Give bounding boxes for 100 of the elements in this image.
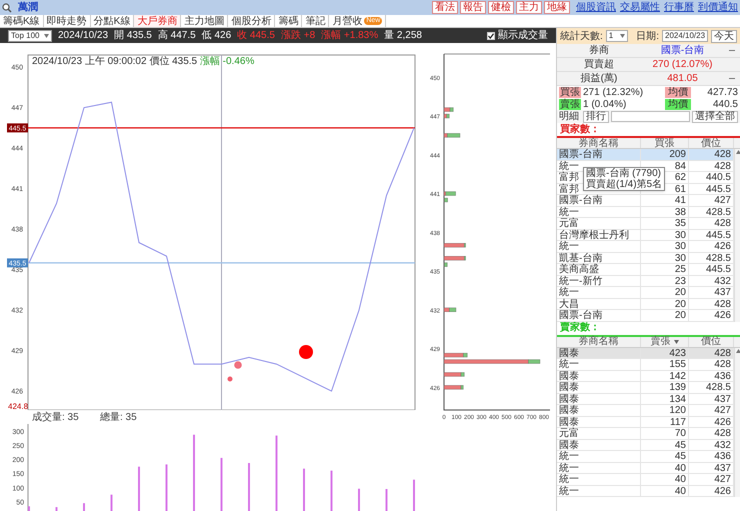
table-cell: 428 <box>714 359 731 370</box>
quote-value: 量 2,258 <box>384 30 422 42</box>
table-cell: 432 <box>714 276 731 286</box>
table-cell: 元富 <box>559 428 579 438</box>
table-cell: 20 <box>674 287 686 298</box>
table-cell: 155 <box>669 359 686 370</box>
checkbox-label: 顯示成交量 <box>498 30 548 42</box>
table-cell: 139 <box>669 382 686 392</box>
table-cell: 國泰 <box>559 382 579 392</box>
table-cell: 統一 <box>559 359 579 370</box>
table-cell: 統一 <box>559 451 579 462</box>
table-cell: 423 <box>669 348 686 358</box>
table-cell: 38 <box>674 206 686 217</box>
table-cell: 209 <box>669 149 686 160</box>
table-cell: 61 <box>674 184 686 194</box>
table-cell: 426 <box>714 310 731 320</box>
average-label: 均價 <box>665 98 691 110</box>
table-cell: 426 <box>714 486 731 496</box>
table-cell: 元富 <box>559 218 579 228</box>
quote-value: 高 447.5 <box>158 30 196 42</box>
table-cell: 427 <box>714 474 731 484</box>
detail-label: 明細 <box>559 111 580 122</box>
quote-value: 漲幅 +1.83% <box>321 30 378 42</box>
table-cell: 428 <box>714 218 731 228</box>
table-cell: 117 <box>670 416 686 427</box>
trade-amount: 271 (12.32%) <box>583 86 644 98</box>
table-cell: 統一 <box>559 206 579 217</box>
table-cell: 美商高盛 <box>559 264 599 274</box>
table-cell: 統一 <box>559 287 579 298</box>
table-cell: 428 <box>714 160 731 171</box>
table-cell: 40 <box>674 474 686 484</box>
summary-value: 270 (12.07%) <box>652 59 713 70</box>
quote-value: 低 426 <box>202 30 232 42</box>
table-cell: 富邦 <box>559 172 579 182</box>
table-cell: 62 <box>674 172 686 182</box>
table-cell: 134 <box>669 394 686 404</box>
table-cell: 437 <box>714 287 731 298</box>
table-cell: 426 <box>714 416 731 427</box>
table-cell: 富邦 <box>559 184 579 194</box>
table-cell: 437 <box>714 394 731 404</box>
table-cell: 統一 <box>559 462 579 473</box>
table-cell: 統一 <box>559 474 579 484</box>
average-price: 427.73 <box>706 86 738 98</box>
table-cell: 428 <box>714 428 731 438</box>
table-cell: 427 <box>714 195 731 206</box>
table-cell: 統一-新竹 <box>559 276 602 286</box>
table-cell: 41 <box>674 195 686 206</box>
table-cell: 45 <box>674 440 686 450</box>
table-cell: 35 <box>674 218 686 228</box>
table-cell: 428.5 <box>706 252 731 263</box>
table-cell: 40 <box>674 486 686 496</box>
table-cell: 142 <box>669 370 686 381</box>
volume-label: 成交量: 35 <box>32 412 79 423</box>
trade-amount: 1 (0.04%) <box>583 98 628 110</box>
table-cell: 428 <box>714 348 731 358</box>
total-volume-label: 總量: 35 <box>100 412 137 423</box>
table-cell: 23 <box>674 276 686 286</box>
table-cell: 20 <box>674 310 686 320</box>
section-title: 賣家數： <box>560 322 600 334</box>
table-cell: 國票-台南 <box>559 310 602 320</box>
table-cell: 國泰 <box>559 348 579 358</box>
table-cell: 統一 <box>559 486 579 496</box>
quote-value: 漲跌 +8 <box>280 30 316 42</box>
table-cell: 台灣摩根士丹利 <box>559 230 629 240</box>
table-cell: 25 <box>674 264 686 274</box>
table-cell: 國泰 <box>559 394 579 404</box>
summary-value: 481.05 <box>667 73 698 84</box>
table-cell: 120 <box>669 405 686 416</box>
table-cell: 大昌 <box>559 298 579 309</box>
average-price: 440.5 <box>712 98 738 110</box>
summary-label: 券商 <box>588 45 610 56</box>
table-cell: 20 <box>674 298 686 309</box>
table-cell: 440.5 <box>706 172 731 182</box>
table-cell: 統一 <box>559 160 579 171</box>
side-label: 買張 <box>559 86 581 98</box>
average-label: 均價 <box>665 86 691 98</box>
table-cell: 428.5 <box>706 382 731 392</box>
table-cell: 445.5 <box>706 230 731 240</box>
table-cell: 70 <box>674 428 686 438</box>
table-cell: 30 <box>674 241 686 252</box>
table-cell: 45 <box>674 451 686 462</box>
table-cell: 84 <box>674 160 686 171</box>
table-cell: 國泰 <box>559 440 579 450</box>
field-label: 統計天數: <box>560 30 603 42</box>
table-cell: 國票-台南 <box>559 195 602 206</box>
table-cell: 國泰 <box>559 405 579 416</box>
table-cell: 國泰 <box>559 370 579 381</box>
table-cell: 432 <box>714 440 731 450</box>
field-label: 日期: <box>636 30 659 42</box>
table-cell: 30 <box>674 252 686 263</box>
section-title: 買家數： <box>560 124 600 136</box>
quote-date: 2024/10/23 <box>58 30 108 42</box>
stock-name: 萬潤 <box>18 2 38 14</box>
table-cell: 30 <box>674 230 686 240</box>
table-cell: 428 <box>714 149 731 160</box>
tooltip-text: 買賣超(1/4)第5名 <box>586 179 662 190</box>
table-cell: 428 <box>714 298 731 309</box>
side-label: 賣張 <box>559 98 581 110</box>
quote-value: 開 435.5 <box>114 30 152 42</box>
table-cell: 國泰 <box>559 416 579 427</box>
